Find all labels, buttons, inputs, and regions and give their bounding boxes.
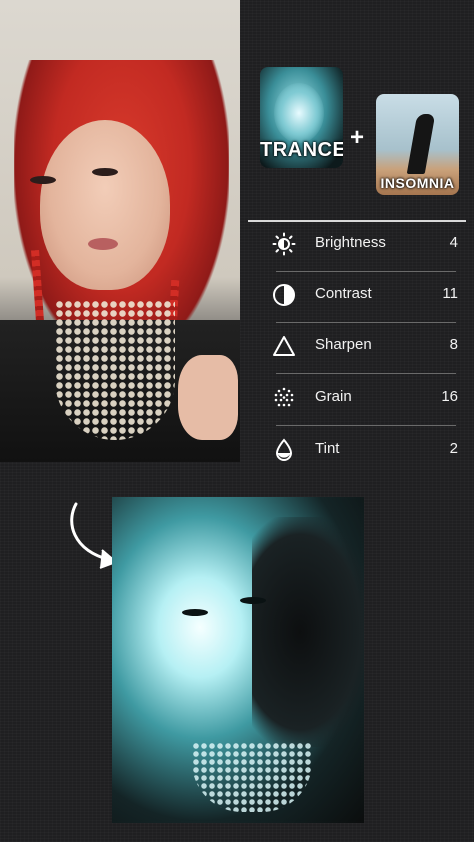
pearl-necklace — [55, 300, 175, 440]
adjustment-label: Grain — [315, 388, 352, 405]
adjustment-label: Brightness — [315, 234, 386, 251]
preset-insomnia-card[interactable]: INSOMNIA — [376, 94, 459, 195]
grain-icon — [274, 387, 294, 407]
adjustment-value: 8 — [449, 336, 458, 353]
result-pearls — [192, 742, 312, 812]
trance-thumbnail — [274, 83, 324, 143]
preset-trance-label: TRANCE — [260, 139, 343, 161]
insomnia-thumbnail — [406, 114, 436, 174]
original-photo — [0, 0, 240, 462]
adjustment-value: 4 — [449, 234, 458, 251]
contrast-icon — [273, 284, 295, 306]
adjustment-label: Contrast — [315, 285, 372, 302]
hand — [178, 355, 238, 440]
plus-icon: + — [350, 124, 365, 151]
adjustment-grain[interactable]: Grain 16 — [248, 374, 466, 426]
adjustment-contrast[interactable]: Contrast 11 — [248, 271, 466, 323]
adjustment-label: Sharpen — [315, 336, 372, 353]
preset-insomnia-label: INSOMNIA — [380, 175, 455, 191]
lips — [88, 238, 118, 250]
left-eye — [30, 176, 56, 184]
tint-icon — [275, 438, 293, 461]
adjustment-sharpen[interactable]: Sharpen 8 — [248, 322, 466, 374]
adjustment-value: 2 — [449, 440, 458, 457]
adjustments-panel: Brightness 4 Contrast 11 Sharpen 8 Grain… — [248, 220, 474, 470]
adjustment-tint[interactable]: Tint 2 — [248, 426, 466, 478]
adjustment-value: 11 — [442, 285, 458, 302]
face — [40, 120, 170, 290]
adjustment-brightness[interactable]: Brightness 4 — [248, 220, 466, 272]
adjustment-label: Tint — [315, 440, 340, 457]
result-left-eye — [182, 609, 208, 616]
sharpen-icon — [273, 336, 295, 356]
adjustment-value: 16 — [441, 388, 458, 405]
result-hair — [252, 517, 364, 747]
right-eye — [92, 168, 118, 176]
brightness-icon — [272, 232, 296, 256]
edited-result-photo — [112, 497, 364, 823]
result-right-eye — [240, 597, 266, 604]
preset-trance-card[interactable]: TRANCE — [260, 67, 343, 168]
